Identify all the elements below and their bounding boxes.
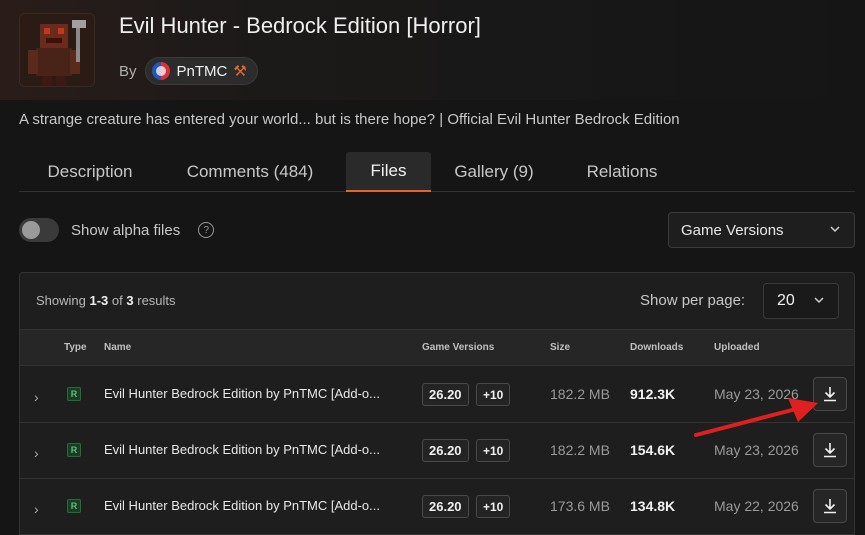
help-icon[interactable]: ?	[198, 222, 215, 238]
project-title: Evil Hunter - Bedrock Edition [Horror]	[119, 13, 481, 38]
download-icon	[824, 387, 836, 402]
chevron-down-icon	[830, 226, 840, 233]
per-page-value: 20	[777, 292, 795, 309]
download-icon	[824, 499, 836, 514]
game-versions-label: Game Versions	[681, 221, 784, 239]
release-type-badge: R	[67, 387, 81, 401]
chevron-right-icon[interactable]: ›	[34, 501, 39, 517]
toggle-knob	[22, 221, 40, 239]
column-size: Size	[550, 342, 571, 353]
column-name: Name	[104, 342, 132, 353]
download-count: 154.6K	[630, 442, 676, 458]
file-name[interactable]: Evil Hunter Bedrock Edition by PnTMC [Ad…	[104, 386, 399, 401]
release-type-badge: R	[67, 499, 81, 513]
files-panel: Showing 1-3 of 3 results Show per page: …	[19, 272, 855, 535]
more-versions-tag[interactable]: +10	[476, 439, 511, 462]
download-button[interactable]	[813, 433, 847, 467]
tab-files[interactable]: Files	[346, 152, 431, 192]
project-summary: A strange creature has entered your worl…	[19, 111, 680, 128]
column-uploaded: Uploaded	[714, 342, 760, 353]
upload-date: May 22, 2026	[714, 498, 799, 514]
tab-relations[interactable]: Relations	[567, 152, 677, 192]
table-row[interactable]: › R Evil Hunter Bedrock Edition by PnTMC…	[20, 423, 854, 479]
alpha-files-toggle[interactable]	[19, 218, 59, 242]
game-version-tag: 26.20	[422, 495, 469, 518]
upload-date: May 23, 2026	[714, 442, 799, 458]
column-type: Type	[64, 342, 87, 353]
per-page-dropdown[interactable]: 20	[763, 283, 839, 319]
download-button[interactable]	[813, 377, 847, 411]
more-versions-tag[interactable]: +10	[476, 495, 511, 518]
game-version-tag: 26.20	[422, 439, 469, 462]
alpha-filter: Show alpha files ?	[19, 218, 215, 242]
tab-gallery[interactable]: Gallery (9)	[444, 152, 544, 192]
alpha-files-label: Show alpha files	[71, 221, 181, 239]
author-avatar	[151, 62, 170, 80]
byline: By PnTMC ⚒	[119, 57, 258, 85]
game-versions-dropdown[interactable]: Game Versions	[668, 212, 855, 248]
table-row[interactable]: › R Evil Hunter Bedrock Edition by PnTMC…	[20, 367, 854, 423]
project-tabs: Description Comments (484) Files Gallery…	[19, 152, 855, 192]
column-downloads: Downloads	[630, 342, 684, 353]
by-label: By	[119, 62, 137, 80]
results-count: Showing 1-3 of 3 results	[36, 293, 176, 308]
author-name: PnTMC	[176, 62, 228, 80]
download-icon	[824, 443, 836, 458]
more-versions-tag[interactable]: +10	[476, 383, 511, 406]
chevron-right-icon[interactable]: ›	[34, 389, 39, 405]
column-game-versions: Game Versions	[422, 342, 495, 353]
hammers-icon: ⚒	[233, 63, 247, 80]
file-size: 173.6 MB	[550, 498, 610, 514]
author-link[interactable]: PnTMC ⚒	[144, 57, 258, 85]
tab-description[interactable]: Description	[19, 152, 161, 192]
file-size: 182.2 MB	[550, 386, 610, 402]
tab-comments[interactable]: Comments (484)	[171, 152, 329, 192]
download-count: 134.8K	[630, 498, 676, 514]
table-header: Type Name Game Versions Size Downloads U…	[20, 329, 854, 366]
upload-date: May 23, 2026	[714, 386, 799, 402]
chevron-right-icon[interactable]: ›	[34, 445, 39, 461]
file-size: 182.2 MB	[550, 442, 610, 458]
release-type-badge: R	[67, 443, 81, 457]
game-version-tag: 26.20	[422, 383, 469, 406]
project-logo	[19, 13, 95, 87]
file-name[interactable]: Evil Hunter Bedrock Edition by PnTMC [Ad…	[104, 498, 399, 513]
per-page-label: Show per page:	[640, 292, 746, 309]
download-button[interactable]	[813, 489, 847, 523]
file-name[interactable]: Evil Hunter Bedrock Edition by PnTMC [Ad…	[104, 442, 399, 457]
download-count: 912.3K	[630, 386, 676, 402]
chevron-down-icon	[814, 297, 824, 304]
table-row[interactable]: › R Evil Hunter Bedrock Edition by PnTMC…	[20, 479, 854, 535]
